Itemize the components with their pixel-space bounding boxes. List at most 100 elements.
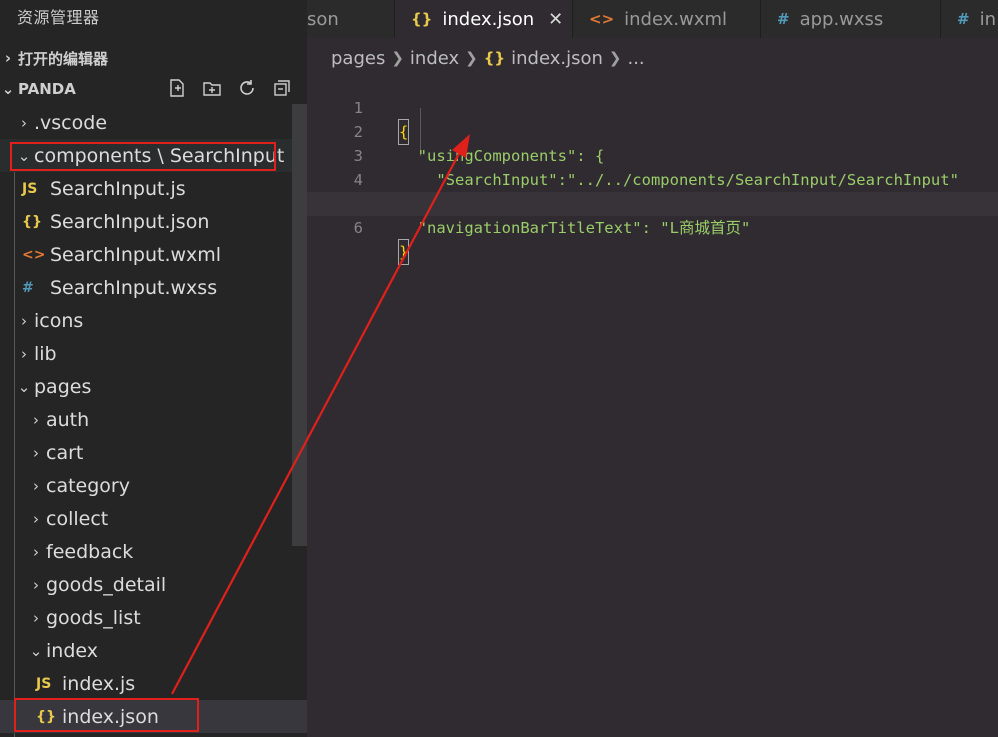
- open-editors-section[interactable]: › 打开的编辑器: [0, 44, 307, 72]
- wxml-file-icon: <>: [22, 246, 46, 263]
- tree-file-index-js[interactable]: JS index.js: [0, 667, 292, 700]
- line-text: "navigationBarTitleText": "L商城首页": [399, 219, 751, 237]
- tab-label: son: [307, 8, 339, 30]
- line-number: 6: [353, 219, 363, 237]
- code-line[interactable]: 3 "SearchInput":"../../components/Search…: [307, 120, 998, 189]
- tree-item-label: pages: [34, 375, 92, 398]
- tree-folder-pages[interactable]: ⌄ pages: [0, 370, 292, 403]
- chevron-right-icon: ›: [33, 575, 39, 594]
- chevron-right-icon: ›: [33, 410, 39, 429]
- chevron-right-icon: ›: [33, 476, 39, 495]
- open-editors-label: 打开的编辑器: [18, 49, 109, 68]
- chevron-right-icon: ›: [21, 113, 27, 132]
- chevron-right-icon: ›: [21, 344, 27, 363]
- tree-item-label: goods_detail: [46, 573, 167, 596]
- tab-in[interactable]: # in: [941, 0, 998, 38]
- tree-file-searchinput-wxml[interactable]: <> SearchInput.wxml: [0, 238, 292, 271]
- tree-item-label: icons: [34, 309, 84, 332]
- tree-item-label: cart: [46, 441, 84, 464]
- collapse-all-icon[interactable]: [271, 77, 293, 99]
- tab-label: in: [979, 8, 996, 30]
- chevron-down-icon: ⌄: [1, 80, 15, 98]
- tree-folder-collect[interactable]: › collect: [0, 502, 292, 535]
- code-line[interactable]: 2 "usingComponents": {: [307, 96, 998, 165]
- breadcrumb-item[interactable]: index.json: [511, 48, 603, 69]
- code-line-current[interactable]: 6 }: [307, 192, 998, 265]
- tree-item-label: goods_list: [46, 606, 141, 629]
- js-file-icon: JS: [22, 180, 38, 197]
- chevron-right-icon: ›: [4, 49, 12, 67]
- tree-item-label: feedback: [46, 540, 134, 563]
- breadcrumb: pages ❯ index ❯ {} index.json ❯ ...: [331, 46, 645, 70]
- chevron-right-icon: ›: [33, 542, 39, 561]
- tree-item-label: index.js: [62, 672, 136, 695]
- tree-folder-icons[interactable]: › icons: [0, 304, 292, 337]
- chevron-down-icon: ⌄: [17, 377, 31, 396]
- tree-folder-index[interactable]: ⌄ index: [0, 634, 292, 667]
- line-text: }: [397, 239, 410, 265]
- tree-folder-goods-list[interactable]: › goods_list: [0, 601, 292, 634]
- tab-label: app.wxss: [799, 8, 884, 30]
- wxml-file-icon: <>: [589, 10, 615, 28]
- tree-item-label: index: [46, 639, 98, 662]
- editor-tabs: son {} index.json ✕ <> index.wxml # app.…: [307, 0, 998, 38]
- tree-item-label: SearchInput.wxml: [50, 243, 222, 266]
- project-label: PANDA: [18, 80, 76, 98]
- tab-label: index.wxml: [624, 8, 728, 30]
- tree-item-label: SearchInput.json: [50, 210, 210, 233]
- wxss-file-icon: #: [22, 279, 34, 296]
- tree-item-label: auth: [46, 408, 90, 431]
- chevron-right-icon: ❯: [608, 49, 622, 67]
- tree-item-label: .vscode: [34, 111, 108, 134]
- project-section[interactable]: ⌄ PANDA: [0, 74, 307, 104]
- tree-folder-cart[interactable]: › cart: [0, 436, 292, 469]
- tree-folder-goods-detail[interactable]: › goods_detail: [0, 568, 292, 601]
- tree-file-searchinput-js[interactable]: JS SearchInput.js: [0, 172, 292, 205]
- explorer-sidebar: 资源管理器 › 打开的编辑器 ⌄ PANDA › .vscode ⌄ compo…: [0, 0, 307, 737]
- chevron-right-icon: ›: [21, 311, 27, 330]
- tree-file-searchinput-wxss[interactable]: # SearchInput.wxss: [0, 271, 292, 304]
- tab-index-json[interactable]: {} index.json ✕: [395, 0, 573, 38]
- chevron-right-icon: ›: [33, 443, 39, 462]
- tab-index-wxml[interactable]: <> index.wxml: [573, 0, 761, 38]
- code-line[interactable]: 1 {: [307, 72, 998, 145]
- new-file-icon[interactable]: [166, 77, 188, 99]
- sidebar-scrollbar[interactable]: [292, 104, 307, 546]
- breadcrumb-item[interactable]: pages: [331, 48, 385, 69]
- tab-son[interactable]: son: [307, 0, 395, 38]
- chevron-down-icon: ⌄: [29, 641, 43, 660]
- chevron-right-icon: ›: [33, 509, 39, 528]
- wxss-file-icon: #: [777, 10, 790, 28]
- tree-item-label: lib: [34, 342, 57, 365]
- tree-folder-feedback[interactable]: › feedback: [0, 535, 292, 568]
- json-file-icon: {}: [483, 49, 506, 67]
- code-line[interactable]: 5 "navigationBarTitleText": "L商城首页": [307, 168, 998, 237]
- tree-item-label: category: [46, 474, 130, 497]
- tab-app-wxss[interactable]: # app.wxss: [761, 0, 941, 38]
- tree-file-searchinput-json[interactable]: {} SearchInput.json: [0, 205, 292, 238]
- code-line[interactable]: 4 },: [307, 144, 998, 213]
- breadcrumb-item[interactable]: ...: [627, 48, 644, 69]
- tree-folder-category[interactable]: › category: [0, 469, 292, 502]
- tab-label: index.json: [442, 8, 535, 30]
- annotation-box-index-json: [14, 698, 199, 732]
- json-file-icon: {}: [22, 213, 42, 230]
- explorer-title: 资源管理器: [17, 8, 100, 27]
- tree-folder-lib[interactable]: › lib: [0, 337, 292, 370]
- tree-item-label: SearchInput.js: [50, 177, 186, 200]
- refresh-icon[interactable]: [236, 77, 258, 99]
- tree-folder-auth[interactable]: › auth: [0, 403, 292, 436]
- tree-item-label: collect: [46, 507, 109, 530]
- breadcrumb-item[interactable]: index: [410, 48, 459, 69]
- json-file-icon: {}: [411, 10, 433, 28]
- chevron-right-icon: ›: [33, 608, 39, 627]
- new-folder-icon[interactable]: [201, 77, 223, 99]
- wxss-file-icon: #: [957, 10, 970, 28]
- annotation-box-components: [10, 142, 276, 171]
- explorer-actions: [166, 77, 293, 99]
- chevron-right-icon: ❯: [391, 49, 404, 67]
- code-editor[interactable]: 1 { 2 "usingComponents": { 3 "SearchInpu…: [307, 72, 998, 737]
- js-file-icon: JS: [36, 675, 52, 692]
- close-icon[interactable]: ✕: [548, 9, 563, 30]
- tree-folder-vscode[interactable]: › .vscode: [0, 106, 292, 139]
